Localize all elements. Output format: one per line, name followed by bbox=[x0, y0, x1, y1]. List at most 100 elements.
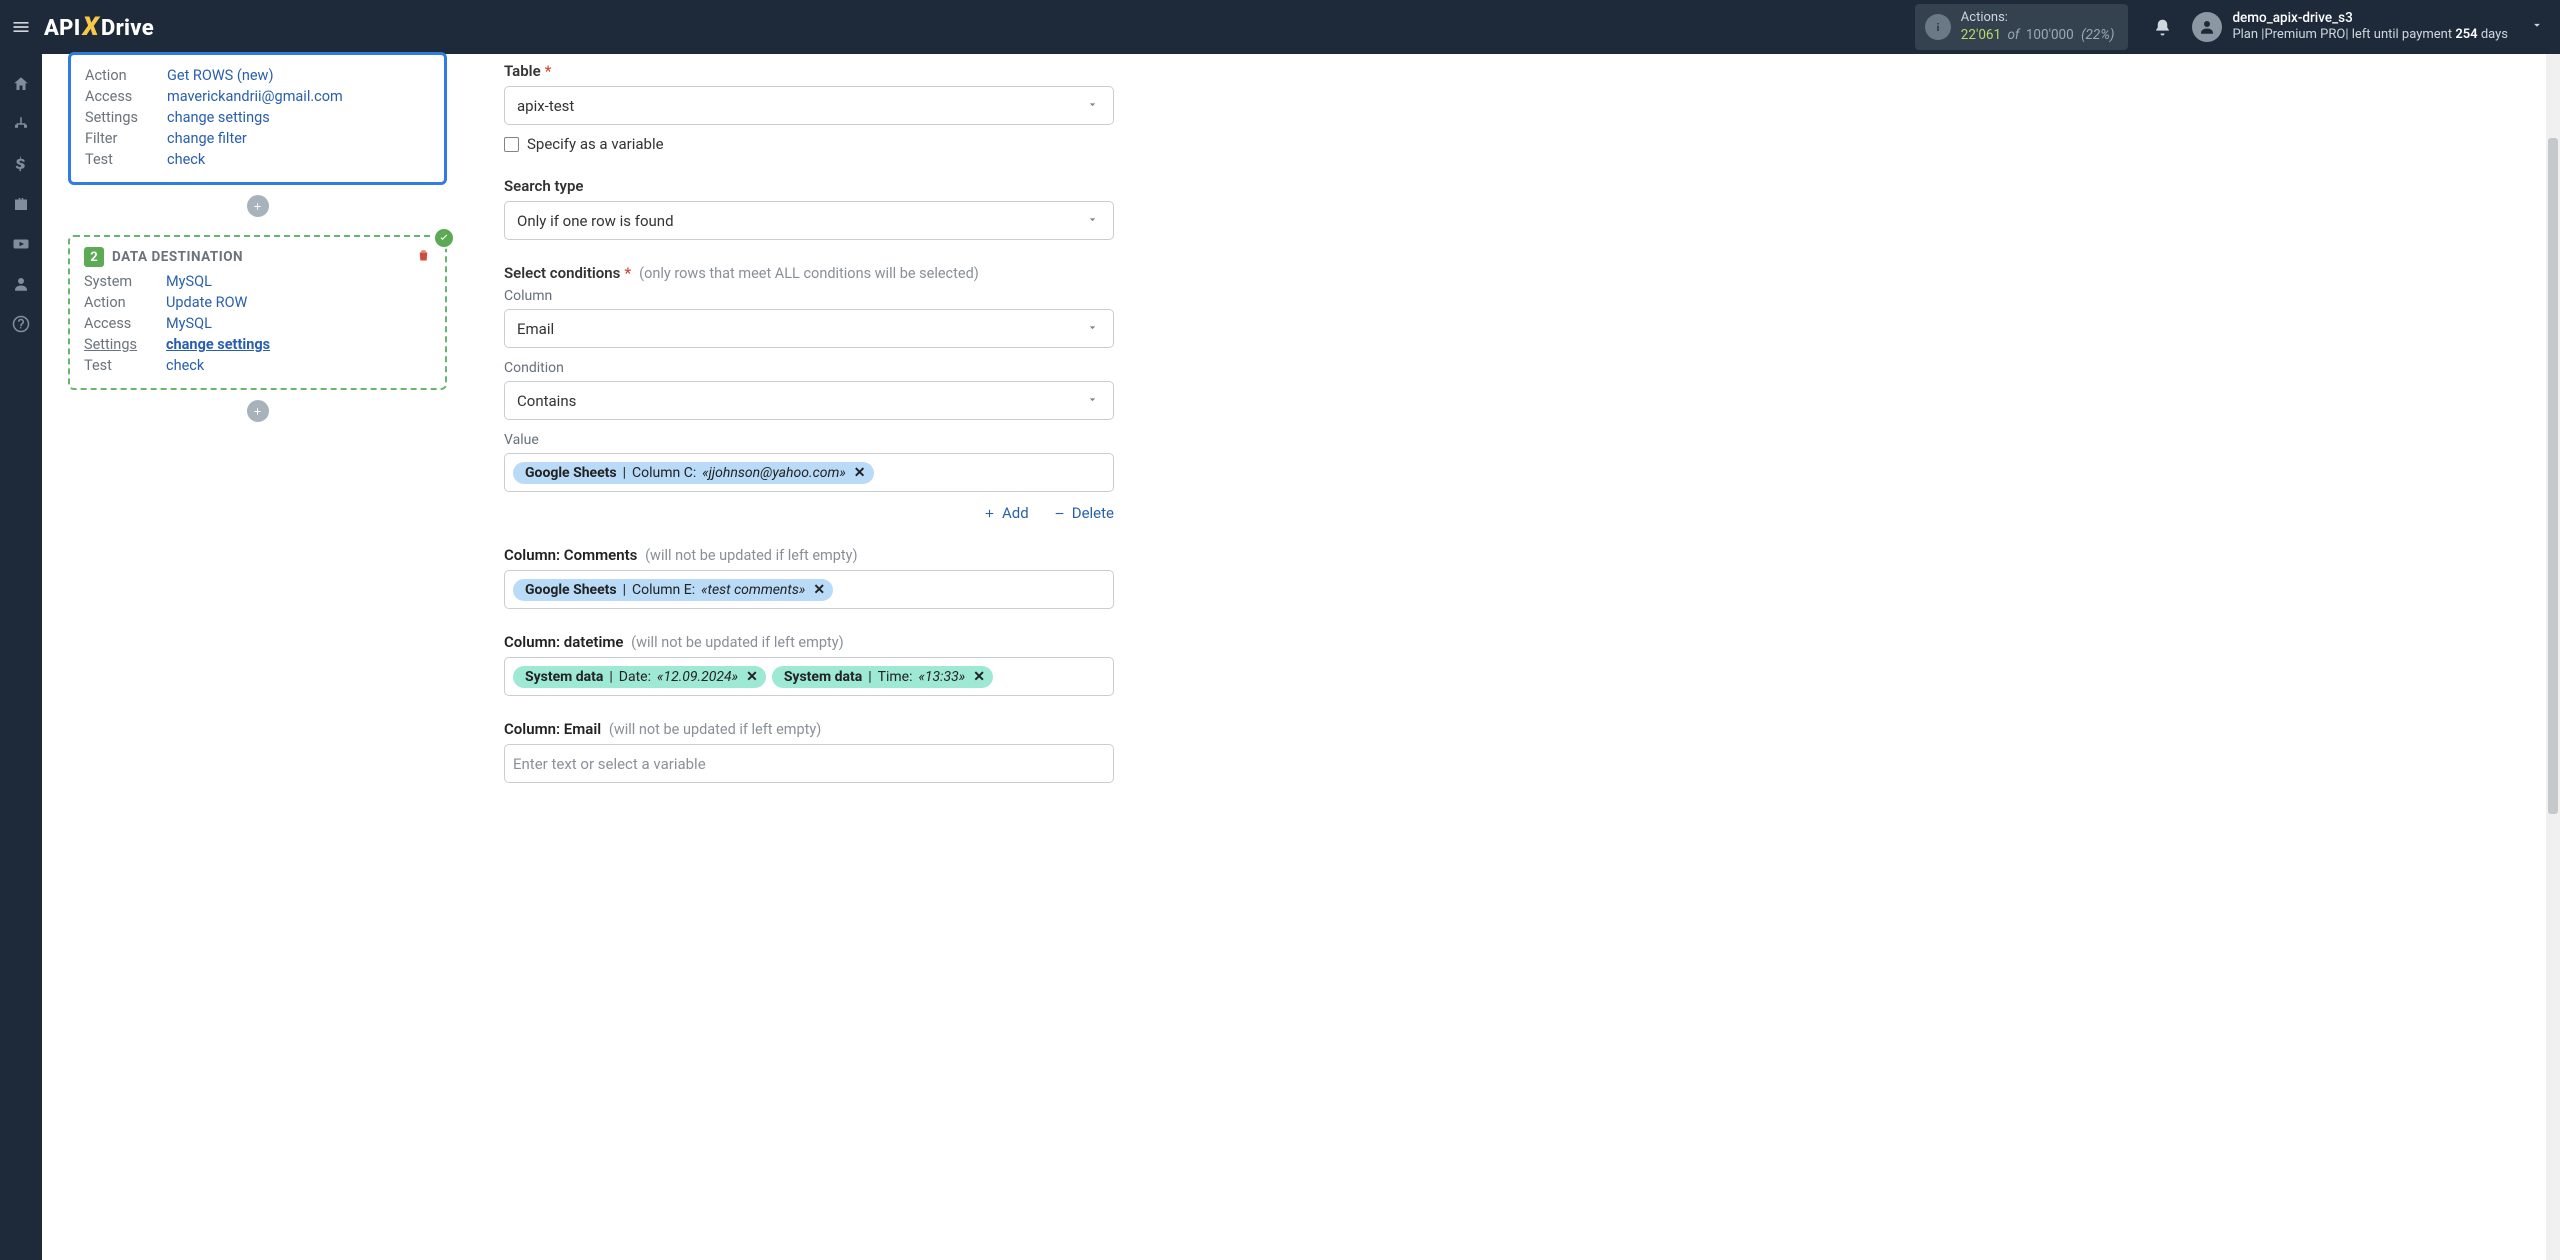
row-key: Action bbox=[85, 67, 167, 84]
bell-icon bbox=[2153, 18, 2172, 37]
user-menu[interactable]: demo_apix-drive_s3 Plan |Premium PRO| le… bbox=[2192, 10, 2550, 43]
actions-indicator[interactable]: Actions: 22'061 of 100'000 (22%) bbox=[1915, 4, 2129, 49]
form-column: Table* apix-test Specify as a variable S… bbox=[474, 54, 2560, 1260]
add-condition-button[interactable]: Add bbox=[983, 504, 1029, 522]
row-val[interactable]: check bbox=[166, 357, 204, 374]
destination-row[interactable]: Testcheck bbox=[84, 355, 431, 376]
search-type-label: Search type bbox=[504, 177, 1114, 195]
plus-icon bbox=[252, 406, 263, 417]
row-val[interactable]: change settings bbox=[166, 336, 270, 353]
logo-text-api: API bbox=[44, 16, 81, 41]
chevron-down-icon bbox=[1086, 212, 1099, 230]
remove-chip-button[interactable]: ✕ bbox=[973, 669, 985, 685]
row-key: Access bbox=[84, 315, 166, 332]
row-val[interactable]: change filter bbox=[167, 130, 247, 147]
scrollbar-thumb[interactable] bbox=[2548, 138, 2558, 813]
source-row[interactable]: Testcheck bbox=[85, 149, 430, 170]
left-rail bbox=[0, 54, 42, 1260]
search-type-select[interactable]: Only if one row is found bbox=[504, 201, 1114, 240]
logo-text-drive: Drive bbox=[101, 16, 154, 41]
nav-help[interactable] bbox=[0, 304, 42, 344]
search-type-value: Only if one row is found bbox=[517, 212, 674, 230]
chevron-down-icon bbox=[1086, 97, 1099, 115]
row-val[interactable]: MySQL bbox=[166, 273, 212, 290]
value-label: Value bbox=[504, 432, 1114, 448]
source-row[interactable]: Filterchange filter bbox=[85, 128, 430, 149]
sitemap-icon bbox=[12, 115, 30, 133]
comments-input[interactable]: Google Sheets | Column E: «test comments… bbox=[504, 570, 1114, 609]
notifications-button[interactable] bbox=[2146, 11, 2178, 43]
condition-label: Condition bbox=[504, 360, 1114, 376]
chevron-down-icon bbox=[2530, 18, 2544, 36]
destination-row[interactable]: AccessMySQL bbox=[84, 313, 431, 334]
minus-icon bbox=[1053, 507, 1066, 520]
nav-account[interactable] bbox=[0, 264, 42, 304]
comments-chip[interactable]: Google Sheets | Column E: «test comments… bbox=[513, 579, 833, 601]
source-row[interactable]: Settingschange settings bbox=[85, 107, 430, 128]
row-val[interactable]: Get ROWS (new) bbox=[167, 67, 274, 84]
remove-chip-button[interactable]: ✕ bbox=[854, 465, 866, 481]
conditions-hint: (only rows that meet ALL conditions will… bbox=[639, 265, 979, 282]
destination-row[interactable]: ActionUpdate ROW bbox=[84, 292, 431, 313]
status-check bbox=[433, 227, 455, 249]
condition-select[interactable]: Contains bbox=[504, 381, 1114, 420]
value-input[interactable]: Google Sheets | Column C: «jjohnson@yaho… bbox=[504, 453, 1114, 492]
add-step-button[interactable] bbox=[247, 195, 269, 217]
table-label: Table* bbox=[504, 62, 1114, 80]
row-key: Test bbox=[85, 151, 167, 168]
topbar: API X Drive Actions: 22'061 of 100'000 (… bbox=[0, 0, 2560, 54]
value-chip[interactable]: Google Sheets | Column C: «jjohnson@yaho… bbox=[513, 462, 874, 484]
dollar-icon bbox=[12, 155, 30, 173]
logo[interactable]: API X Drive bbox=[44, 12, 154, 42]
specify-variable-checkbox[interactable]: Specify as a variable bbox=[504, 135, 1114, 153]
nav-projects[interactable] bbox=[0, 184, 42, 224]
trash-icon bbox=[416, 248, 431, 263]
source-card[interactable]: ActionGet ROWS (new)Accessmaverickandrii… bbox=[68, 52, 447, 185]
avatar bbox=[2192, 12, 2222, 42]
row-val[interactable]: change settings bbox=[167, 109, 270, 126]
chevron-down-icon bbox=[1086, 392, 1099, 410]
row-key: System bbox=[84, 273, 166, 290]
nav-billing[interactable] bbox=[0, 144, 42, 184]
email-input[interactable]: Enter text or select a variable bbox=[504, 744, 1114, 783]
actions-count: 22'061 bbox=[1961, 27, 2001, 43]
delete-condition-button[interactable]: Delete bbox=[1053, 504, 1114, 522]
actions-limit: 100'000 bbox=[2026, 27, 2074, 43]
nav-home[interactable] bbox=[0, 64, 42, 104]
row-val[interactable]: maverickandrii@gmail.com bbox=[167, 88, 343, 105]
user-circle-icon bbox=[12, 275, 30, 293]
remove-chip-button[interactable]: ✕ bbox=[813, 582, 825, 598]
destination-row[interactable]: Settingschange settings bbox=[84, 334, 431, 355]
date-chip[interactable]: System data | Date: «12.09.2024» ✕ bbox=[513, 666, 766, 688]
table-value: apix-test bbox=[517, 97, 574, 115]
destination-title: DATA DESTINATION bbox=[112, 249, 243, 265]
row-val[interactable]: MySQL bbox=[166, 315, 212, 332]
row-val[interactable]: check bbox=[167, 151, 205, 168]
source-row[interactable]: Accessmaverickandrii@gmail.com bbox=[85, 86, 430, 107]
destination-row[interactable]: SystemMySQL bbox=[84, 271, 431, 292]
email-placeholder: Enter text or select a variable bbox=[513, 755, 706, 773]
destination-card[interactable]: 2 DATA DESTINATION SystemMySQLActionUpda… bbox=[68, 235, 447, 390]
row-val[interactable]: Update ROW bbox=[166, 294, 247, 311]
row-key: Settings bbox=[85, 109, 167, 126]
nav-tutorials[interactable] bbox=[0, 224, 42, 264]
menu-button[interactable] bbox=[6, 12, 36, 42]
time-chip[interactable]: System data | Time: «13:33» ✕ bbox=[772, 666, 993, 688]
user-icon bbox=[2198, 18, 2216, 36]
nav-connections[interactable] bbox=[0, 104, 42, 144]
table-select[interactable]: apix-test bbox=[504, 86, 1114, 125]
chevron-down-icon bbox=[1086, 320, 1099, 338]
delete-destination-button[interactable] bbox=[416, 248, 431, 267]
check-icon bbox=[438, 232, 450, 244]
add-step-button-2[interactable] bbox=[247, 400, 269, 422]
step-number: 2 bbox=[84, 247, 104, 267]
user-text: demo_apix-drive_s3 Plan |Premium PRO| le… bbox=[2232, 10, 2508, 43]
datetime-input[interactable]: System data | Date: «12.09.2024» ✕ Syste… bbox=[504, 657, 1114, 696]
source-row[interactable]: ActionGet ROWS (new) bbox=[85, 65, 430, 86]
youtube-icon bbox=[12, 235, 30, 253]
column-select[interactable]: Email bbox=[504, 309, 1114, 348]
condition-value: Contains bbox=[517, 392, 576, 410]
page-scrollbar[interactable] bbox=[2546, 54, 2560, 1260]
remove-chip-button[interactable]: ✕ bbox=[746, 669, 758, 685]
email-column-label: Column: Email (will not be updated if le… bbox=[504, 720, 1114, 738]
